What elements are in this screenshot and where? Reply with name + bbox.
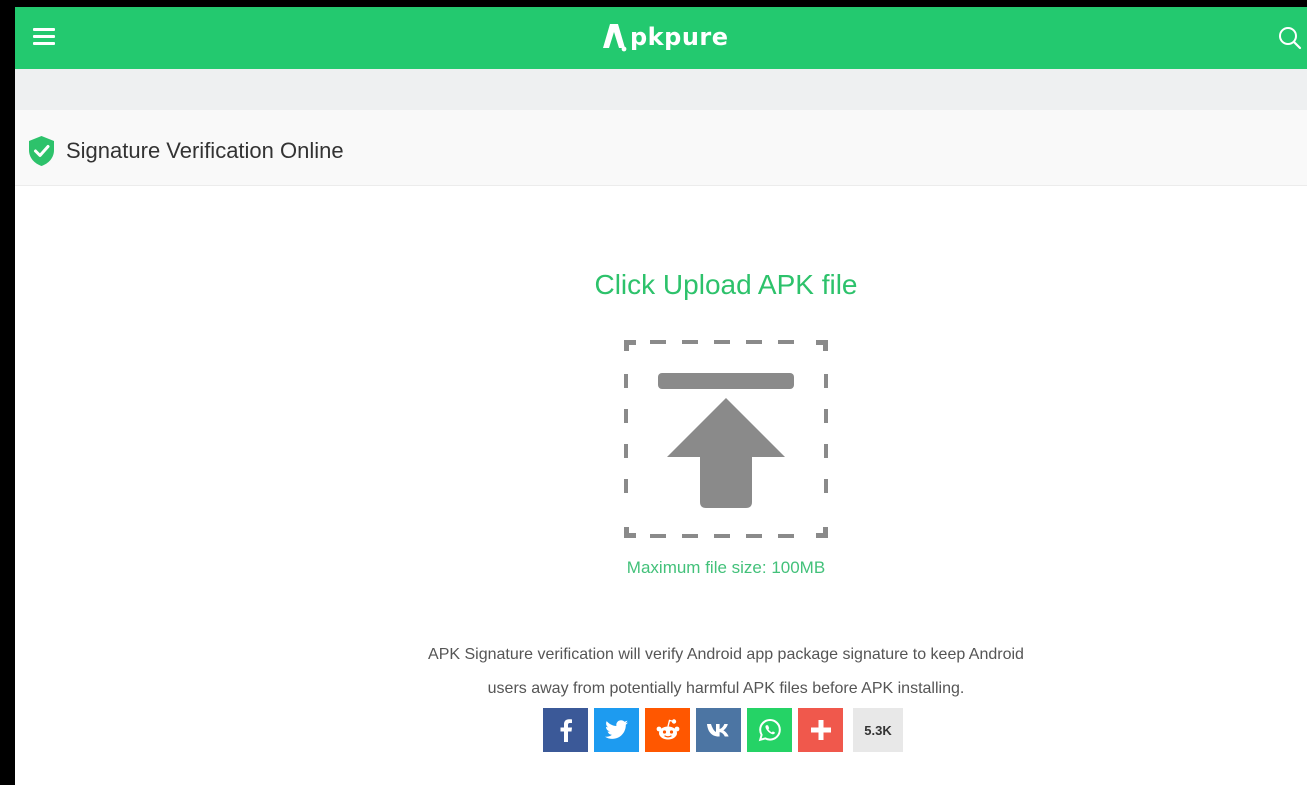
upload-arrow-icon <box>624 340 828 538</box>
apkpure-logo[interactable]: pkpure <box>600 20 729 54</box>
vk-icon <box>706 724 729 737</box>
plus-icon <box>810 720 831 740</box>
share-buttons: 5.3K <box>543 708 903 752</box>
description-line-1: APK Signature verification will verify A… <box>428 646 1024 663</box>
page-title: Signature Verification Online <box>66 138 344 163</box>
twitter-icon <box>604 720 628 739</box>
search-icon[interactable] <box>1278 26 1302 50</box>
more-share-button[interactable] <box>798 708 843 752</box>
upload-dropzone[interactable] <box>623 331 829 539</box>
reddit-share-button[interactable] <box>645 708 690 752</box>
shield-check-icon <box>29 136 54 166</box>
description-line-2: users away from potentially harmful APK … <box>487 680 965 697</box>
sub-navigation-bar <box>15 69 1307 110</box>
facebook-icon <box>560 719 572 742</box>
max-file-size-note: Maximum file size: 100MB <box>626 558 826 577</box>
whatsapp-share-button[interactable] <box>747 708 792 752</box>
vk-share-button[interactable] <box>696 708 741 752</box>
page-title-bar: Signature Verification Online <box>15 110 1307 186</box>
whatsapp-icon <box>758 718 781 742</box>
apkpure-a-logo-icon <box>603 24 627 52</box>
logo-text: pkpure <box>630 23 729 51</box>
top-navigation-bar: pkpure <box>15 7 1307 69</box>
twitter-share-button[interactable] <box>594 708 639 752</box>
upload-heading[interactable]: Click Upload APK file <box>15 269 1307 301</box>
facebook-share-button[interactable] <box>543 708 588 752</box>
hamburger-menu-icon[interactable] <box>33 28 55 46</box>
description-text: APK Signature verification will verify A… <box>15 638 1307 706</box>
app-window: pkpure Signature Verification Online Cli… <box>0 0 1307 785</box>
reddit-icon <box>656 719 679 740</box>
share-count: 5.3K <box>853 708 903 752</box>
